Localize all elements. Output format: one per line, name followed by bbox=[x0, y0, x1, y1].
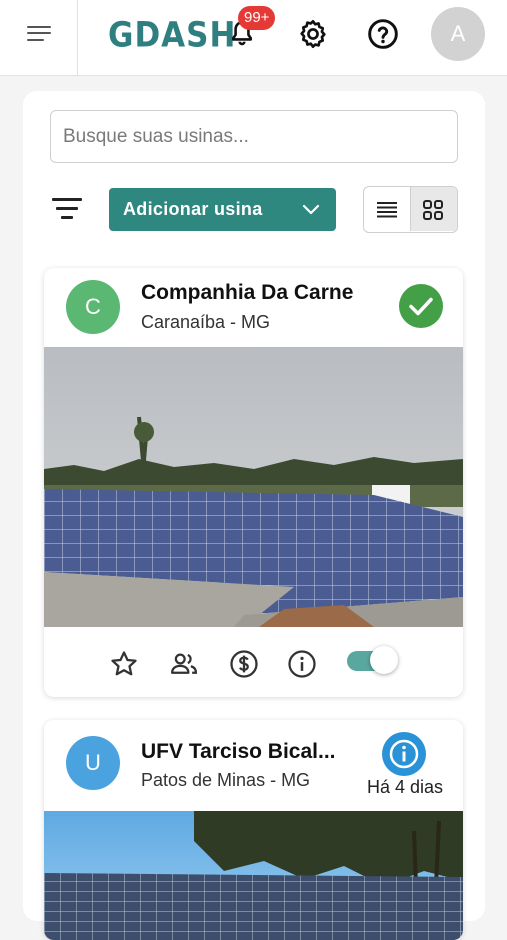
chevron-down-icon bbox=[302, 204, 320, 215]
filter-icon[interactable] bbox=[52, 196, 84, 222]
top-bar: GDASH 99+ A bbox=[0, 0, 507, 76]
plant-actions bbox=[44, 635, 463, 693]
dollar-icon[interactable] bbox=[229, 649, 259, 679]
status-ok-icon bbox=[399, 284, 443, 328]
plant-name[interactable]: UFV Tarciso Bical... bbox=[141, 740, 336, 764]
view-toggle bbox=[363, 186, 458, 233]
notification-badge: 99+ bbox=[238, 6, 276, 30]
add-plant-label: Adicionar usina bbox=[123, 199, 263, 219]
plant-name[interactable]: Companhia Da Carne bbox=[141, 281, 353, 305]
plant-location: Patos de Minas - MG bbox=[141, 770, 311, 790]
menu-button[interactable] bbox=[0, 0, 78, 75]
plant-card[interactable]: C Companhia Da Carne Caranaíba - MG bbox=[44, 268, 463, 697]
grid-view-icon bbox=[423, 200, 443, 220]
plant-photo[interactable] bbox=[44, 811, 463, 940]
list-view-icon bbox=[377, 202, 397, 218]
info-icon[interactable] bbox=[287, 649, 317, 679]
grid-view-button[interactable] bbox=[410, 187, 457, 231]
add-plant-button[interactable]: Adicionar usina bbox=[109, 188, 336, 231]
info-status-icon bbox=[382, 732, 426, 776]
users-icon[interactable] bbox=[169, 649, 199, 679]
user-avatar[interactable]: A bbox=[431, 7, 485, 61]
plant-location: Caranaíba - MG bbox=[141, 312, 271, 332]
plant-card[interactable]: U UFV Tarciso Bical... Patos de Minas - … bbox=[44, 720, 463, 940]
plant-avatar: U bbox=[66, 736, 120, 790]
star-icon[interactable] bbox=[109, 649, 139, 679]
toggle-knob[interactable] bbox=[370, 646, 398, 674]
help-icon[interactable] bbox=[367, 18, 399, 50]
plant-avatar: C bbox=[66, 280, 120, 334]
last-update-text: Há 4 dias bbox=[367, 777, 444, 797]
search-input[interactable] bbox=[50, 110, 458, 163]
plant-photo[interactable] bbox=[44, 347, 463, 627]
list-view-button[interactable] bbox=[364, 187, 410, 231]
gear-icon[interactable] bbox=[297, 18, 329, 50]
app-logo[interactable]: GDASH bbox=[108, 13, 236, 58]
